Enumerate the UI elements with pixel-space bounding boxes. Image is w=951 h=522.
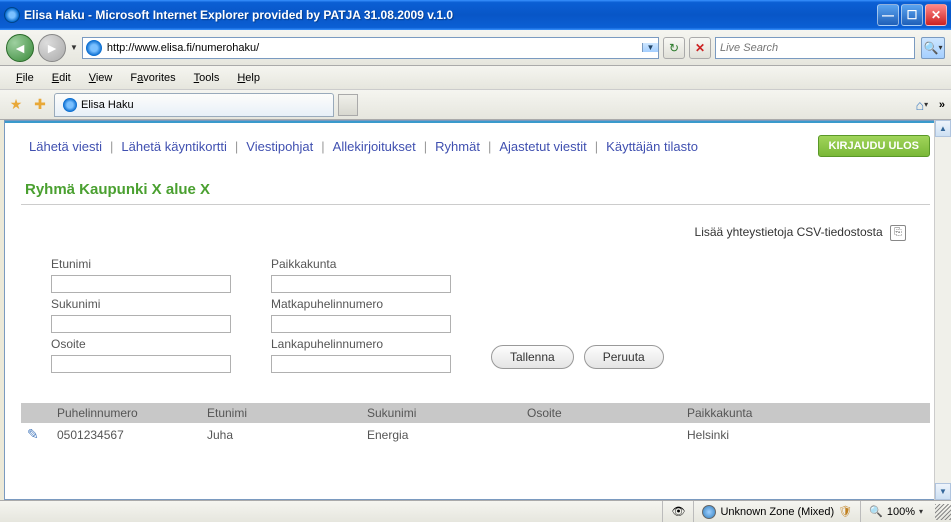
address-dropdown-icon[interactable]: ▼ <box>642 43 658 52</box>
shield-icon: 🛡 <box>838 505 852 518</box>
contacts-table: Puhelinnumero Etunimi Sukunimi Osoite Pa… <box>21 403 930 446</box>
nav-send-card[interactable]: Lähetä käyntikortti <box>113 139 235 154</box>
cell-city: Helsinki <box>681 425 930 445</box>
nav-send-message[interactable]: Lähetä viesti <box>21 139 110 154</box>
csv-import-row: Lisää yhteystietoja CSV-tiedostosta ⎘ <box>5 225 946 257</box>
input-mobile[interactable] <box>271 315 451 333</box>
search-button[interactable]: 🔍▾ <box>921 37 945 59</box>
header-address: Osoite <box>521 403 681 423</box>
url-input[interactable] <box>105 40 642 56</box>
add-favorites-icon[interactable]: ✚ <box>30 95 50 115</box>
site-icon <box>86 40 102 56</box>
save-button[interactable]: Tallenna <box>491 345 574 369</box>
nav-groups[interactable]: Ryhmät <box>427 139 488 154</box>
label-landline: Lankapuhelinnumero <box>271 337 451 351</box>
menu-file[interactable]: File <box>8 69 42 87</box>
menu-view[interactable]: View <box>81 69 121 87</box>
back-button[interactable]: ◄ <box>6 34 34 62</box>
search-box[interactable] <box>715 37 915 59</box>
browser-tab[interactable]: Elisa Haku <box>54 93 334 117</box>
contact-form: Etunimi Sukunimi Osoite Paikkakunta Matk… <box>5 257 946 393</box>
header-city: Paikkakunta <box>681 403 930 423</box>
window-titlebar: Elisa Haku - Microsoft Internet Explorer… <box>0 0 951 30</box>
vertical-scrollbar[interactable]: ▲ ▼ <box>934 120 951 500</box>
label-lastname: Sukunimi <box>51 297 231 311</box>
scroll-track[interactable] <box>935 137 951 483</box>
nav-stats[interactable]: Käyttäjän tilasto <box>598 139 706 154</box>
csv-file-icon[interactable]: ⎘ <box>890 225 906 241</box>
header-lastname: Sukunimi <box>361 403 521 423</box>
tab-favicon <box>63 98 77 112</box>
close-button[interactable]: ✕ <box>925 4 947 26</box>
toolbar-more-icon[interactable]: » <box>939 99 945 111</box>
table-row[interactable]: ✎ 0501234567 Juha Energia Helsinki <box>21 423 930 446</box>
resize-grip[interactable] <box>935 504 951 520</box>
header-firstname: Etunimi <box>201 403 361 423</box>
zoom-text: 100% <box>887 506 915 518</box>
menu-help[interactable]: Help <box>229 69 268 87</box>
input-lastname[interactable] <box>51 315 231 333</box>
menu-favorites[interactable]: Favorites <box>122 69 183 87</box>
search-input[interactable] <box>716 40 914 56</box>
menu-edit[interactable]: Edit <box>44 69 79 87</box>
csv-import-link[interactable]: Lisää yhteystietoja CSV-tiedostosta <box>695 225 883 239</box>
app-icon <box>4 7 20 23</box>
input-landline[interactable] <box>271 355 451 373</box>
nav-scheduled[interactable]: Ajastetut viestit <box>491 139 594 154</box>
zoom-icon: 🔍 <box>869 505 883 518</box>
label-address: Osoite <box>51 337 231 351</box>
favorites-star-icon[interactable]: ★ <box>6 95 26 115</box>
input-address[interactable] <box>51 355 231 373</box>
status-zone[interactable]: Unknown Zone (Mixed) 🛡 <box>693 501 860 522</box>
header-phone: Puhelinnumero <box>51 403 201 423</box>
page-content: Lähetä viesti| Lähetä käyntikortti| Vies… <box>4 120 947 500</box>
divider <box>21 204 930 205</box>
table-header: Puhelinnumero Etunimi Sukunimi Osoite Pa… <box>21 403 930 423</box>
logout-button[interactable]: KIRJAUDU ULOS <box>818 135 930 157</box>
label-mobile: Matkapuhelinnumero <box>271 297 451 311</box>
cell-address <box>521 432 681 438</box>
window-title: Elisa Haku - Microsoft Internet Explorer… <box>24 8 877 22</box>
cell-phone: 0501234567 <box>51 425 201 445</box>
new-tab-button[interactable] <box>338 94 358 116</box>
cell-lastname: Energia <box>361 425 521 445</box>
stop-button[interactable]: ✕ <box>689 37 711 59</box>
edit-icon[interactable]: ✎ <box>27 426 39 442</box>
forward-button[interactable]: ► <box>38 34 66 62</box>
menu-tools[interactable]: Tools <box>186 69 228 87</box>
zone-text: Unknown Zone (Mixed) <box>720 506 834 518</box>
address-bar[interactable]: ▼ <box>82 37 659 59</box>
app-navigation: Lähetä viesti| Lähetä käyntikortti| Vies… <box>5 123 946 169</box>
scroll-down-button[interactable]: ▼ <box>935 483 951 500</box>
tab-bar: ★ ✚ Elisa Haku ⌂▾ » <box>0 90 951 120</box>
label-firstname: Etunimi <box>51 257 231 271</box>
globe-icon <box>702 505 716 519</box>
input-city[interactable] <box>271 275 451 293</box>
status-bar: 👁 Unknown Zone (Mixed) 🛡 🔍 100% ▾ <box>0 500 951 522</box>
home-button[interactable]: ⌂▾ <box>911 94 933 116</box>
eye-icon: 👁 <box>671 505 685 518</box>
refresh-button[interactable]: ↻ <box>663 37 685 59</box>
tab-title: Elisa Haku <box>81 99 134 111</box>
input-firstname[interactable] <box>51 275 231 293</box>
page-title: Ryhmä Kaupunki X alue X <box>5 169 946 204</box>
menu-bar: File Edit View Favorites Tools Help <box>0 66 951 90</box>
cancel-button[interactable]: Peruuta <box>584 345 664 369</box>
history-dropdown-icon[interactable]: ▼ <box>70 43 78 52</box>
minimize-button[interactable]: — <box>877 4 899 26</box>
maximize-button[interactable]: ☐ <box>901 4 923 26</box>
scroll-up-button[interactable]: ▲ <box>935 120 951 137</box>
status-zoom[interactable]: 🔍 100% ▾ <box>860 501 931 522</box>
navigation-toolbar: ◄ ► ▼ ▼ ↻ ✕ 🔍▾ <box>0 30 951 66</box>
nav-templates[interactable]: Viestipohjat <box>238 139 321 154</box>
cell-firstname: Juha <box>201 425 361 445</box>
nav-signatures[interactable]: Allekirjoitukset <box>325 139 424 154</box>
status-privacy[interactable]: 👁 <box>662 501 693 522</box>
label-city: Paikkakunta <box>271 257 451 271</box>
